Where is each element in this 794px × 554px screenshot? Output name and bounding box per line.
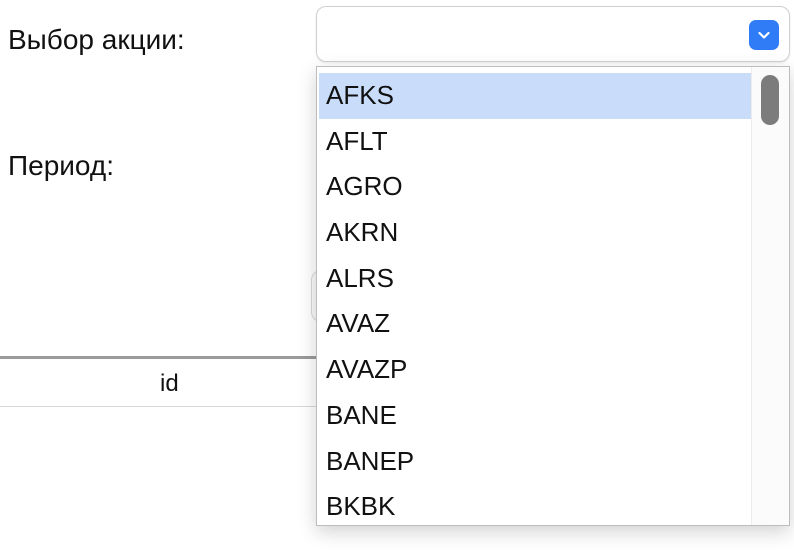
table-header-id[interactable]: id xyxy=(160,372,179,396)
dropdown-item[interactable]: BANE xyxy=(319,393,751,439)
dropdown-item[interactable]: AGRO xyxy=(319,164,751,210)
chevron-down-icon[interactable] xyxy=(749,20,779,50)
period-label: Период: xyxy=(8,150,114,181)
stock-select[interactable] xyxy=(316,6,790,62)
dropdown-item[interactable]: AFKS xyxy=(319,73,751,119)
stock-selection-label: Выбор акции: xyxy=(8,24,185,55)
stock-dropdown-list: AFKS AFLT AGRO AKRN ALRS AVAZ AVAZP BANE… xyxy=(319,73,751,525)
stock-dropdown-menu[interactable]: AFKS AFLT AGRO AKRN ALRS AVAZ AVAZP BANE… xyxy=(316,66,790,526)
table-header-top-divider xyxy=(0,356,320,359)
dropdown-item[interactable]: BKBK xyxy=(319,484,751,525)
dropdown-item[interactable]: AVAZP xyxy=(319,347,751,393)
dropdown-item[interactable]: ALRS xyxy=(319,256,751,302)
dropdown-item[interactable]: AKRN xyxy=(319,210,751,256)
table-header-bottom-divider xyxy=(0,406,320,407)
dropdown-scrollbar-thumb[interactable] xyxy=(761,75,779,125)
dropdown-item[interactable]: AFLT xyxy=(319,119,751,165)
dropdown-item[interactable]: AVAZ xyxy=(319,301,751,347)
dropdown-scrollbar[interactable] xyxy=(751,67,789,525)
dropdown-item[interactable]: BANEP xyxy=(319,439,751,485)
